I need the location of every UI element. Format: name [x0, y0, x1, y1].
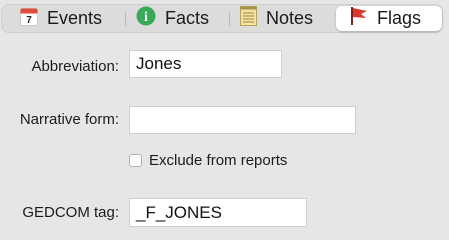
tab-notes-label: Notes	[266, 8, 314, 28]
notepad-icon	[240, 6, 257, 31]
exclude-from-reports-row[interactable]: Exclude from reports	[129, 152, 287, 169]
calendar-day: 7	[26, 15, 32, 26]
tab-divider	[229, 12, 230, 26]
tab-events[interactable]: 7 Events	[20, 5, 102, 32]
tab-facts-label: Facts	[165, 8, 210, 28]
tab-events-label: Events	[47, 8, 103, 28]
gedcom-tag-label: GEDCOM tag:	[22, 204, 119, 221]
abbreviation-label: Abbreviation:	[31, 58, 119, 75]
abbreviation-field[interactable]: Jones	[129, 50, 282, 78]
exclude-from-reports-checkbox[interactable]	[129, 154, 142, 167]
flag-icon	[350, 6, 368, 31]
tab-bar: 7 Events i Facts Notes Flags	[1, 4, 443, 33]
tab-notes[interactable]: Notes	[240, 5, 313, 32]
calendar-icon: 7	[20, 7, 38, 31]
exclude-from-reports-label: Exclude from reports	[149, 152, 288, 169]
info-glyph: i	[144, 10, 148, 25]
tab-flags-label: Flags	[377, 8, 422, 28]
tab-flags[interactable]: Flags	[336, 6, 442, 31]
narrative-form-field[interactable]	[129, 106, 356, 134]
gedcom-tag-field[interactable]: _F_JONES	[129, 198, 307, 227]
tab-facts[interactable]: i Facts	[136, 5, 209, 32]
info-icon: i	[136, 6, 156, 31]
narrative-form-label: Narrative form:	[19, 111, 119, 128]
tab-divider	[125, 12, 126, 26]
